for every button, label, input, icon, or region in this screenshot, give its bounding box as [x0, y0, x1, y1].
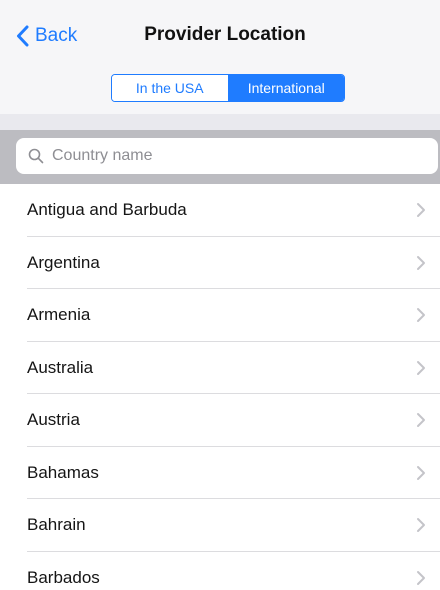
country-row[interactable]: Australia: [0, 341, 440, 394]
chevron-right-icon: [416, 202, 426, 218]
country-row[interactable]: Argentina: [0, 236, 440, 289]
section-divider: [0, 114, 440, 130]
country-name: Barbados: [27, 567, 100, 587]
chevron-right-icon: [416, 517, 426, 533]
chevron-right-icon: [416, 255, 426, 271]
country-row[interactable]: Antigua and Barbuda: [0, 184, 440, 237]
search-icon: [28, 148, 44, 164]
country-name: Austria: [27, 410, 80, 430]
chevron-right-icon: [416, 465, 426, 481]
chevron-right-icon: [416, 412, 426, 428]
chevron-right-icon: [416, 570, 426, 586]
country-name: Australia: [27, 357, 94, 377]
country-row[interactable]: Barbados: [0, 551, 440, 590]
search-input[interactable]: [52, 147, 412, 165]
segment-international[interactable]: International: [228, 75, 344, 101]
country-list: Antigua and Barbuda Argentina Armenia Au…: [0, 184, 440, 590]
country-row[interactable]: Bahrain: [0, 499, 440, 552]
country-name: Bahrain: [27, 515, 86, 535]
chevron-right-icon: [416, 360, 426, 376]
country-row[interactable]: Bahamas: [0, 446, 440, 499]
country-name: Argentina: [27, 252, 100, 272]
provider-location-screen: Back Provider Location In the USA Intern…: [0, 0, 440, 590]
page-title: Provider Location: [144, 24, 306, 45]
navigation-bar: Back Provider Location In the USA Intern…: [0, 0, 440, 114]
country-name: Antigua and Barbuda: [27, 200, 187, 220]
location-segmented-control: In the USA International: [111, 74, 345, 102]
search-field[interactable]: [16, 138, 438, 174]
segment-in-the-usa[interactable]: In the USA: [112, 75, 229, 101]
country-name: Bahamas: [27, 462, 99, 482]
country-row[interactable]: Austria: [0, 394, 440, 447]
country-row[interactable]: Armenia: [0, 289, 440, 342]
country-name: Armenia: [27, 305, 91, 325]
chevron-right-icon: [416, 307, 426, 323]
